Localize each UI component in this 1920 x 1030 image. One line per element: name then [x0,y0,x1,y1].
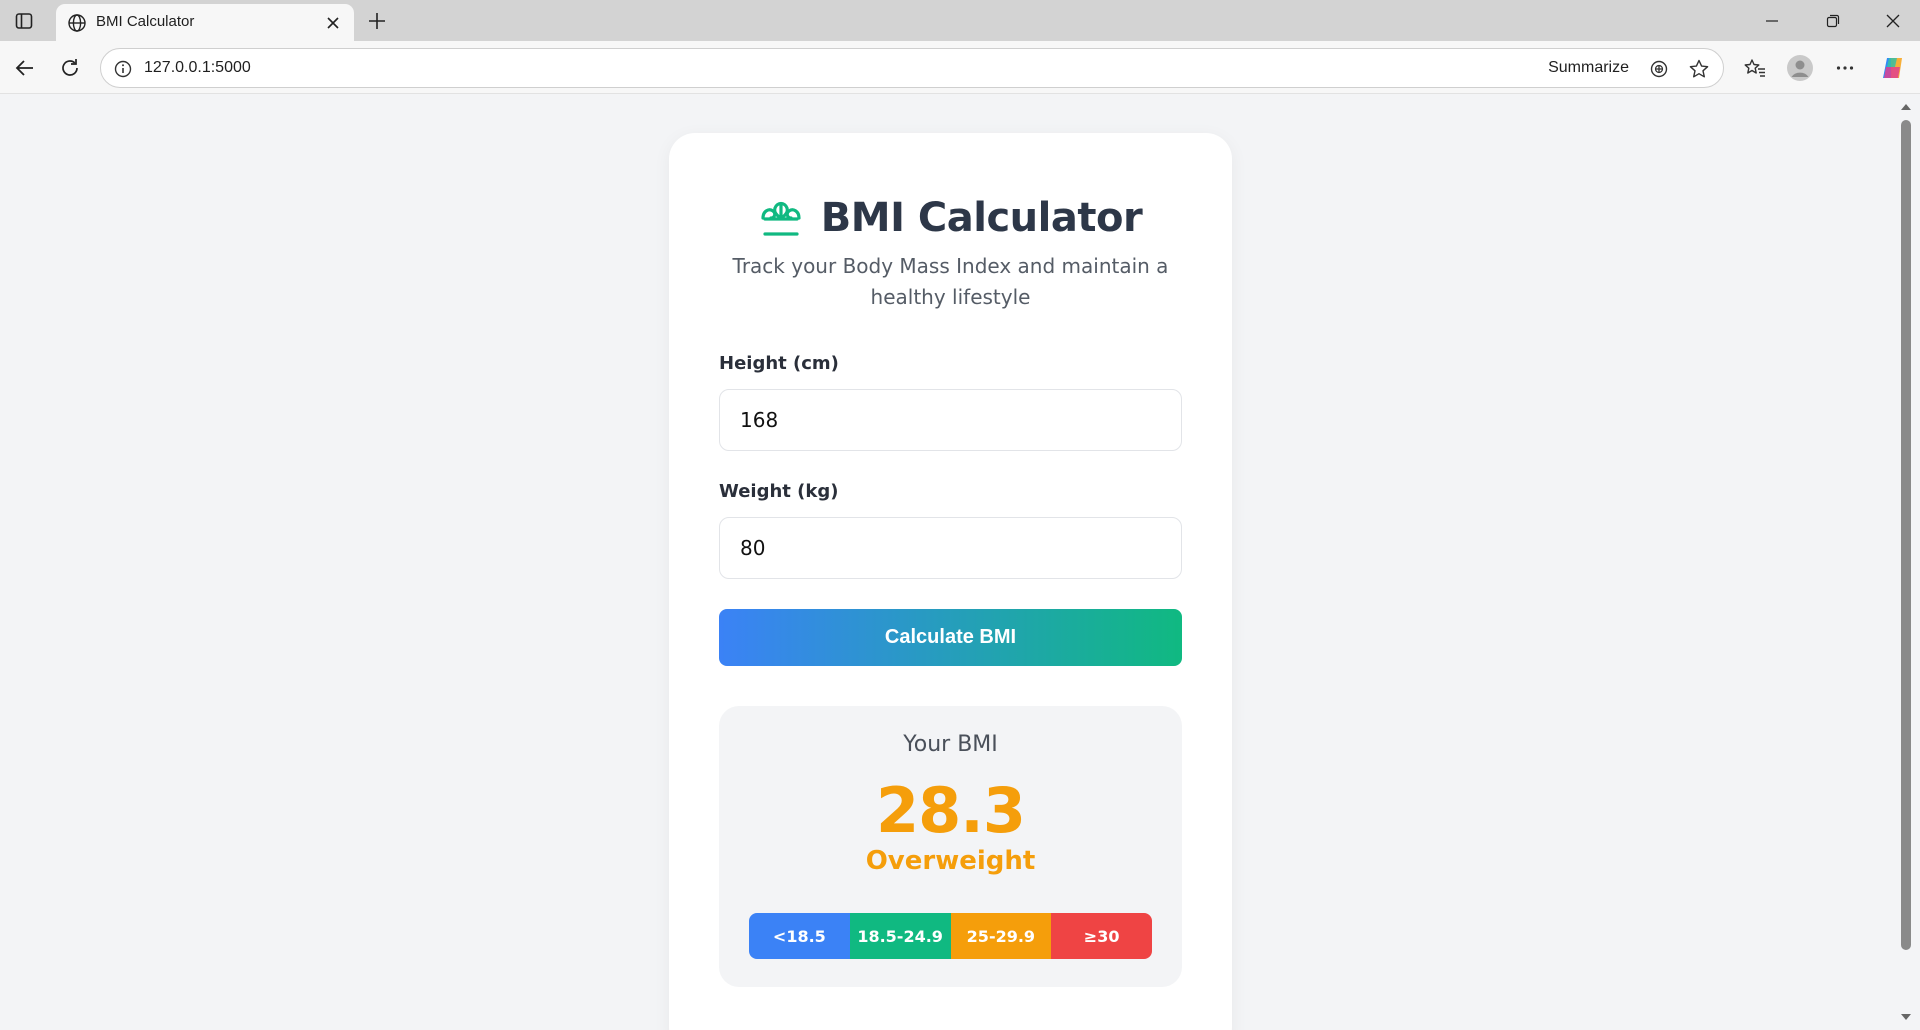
favorites-icon[interactable] [1740,53,1770,83]
scroll-up-icon[interactable] [1900,102,1912,112]
bmi-value: 28.3 [876,774,1026,847]
bmi-card: BMI Calculator Track your Body Mass Inde… [669,133,1232,1030]
browser-toolbar: 127.0.0.1:5000 Summarize [0,41,1920,94]
tab-title: BMI Calculator [96,13,195,30]
balance-scale-icon [759,196,803,240]
header: BMI Calculator [669,188,1232,248]
bmi-category: Overweight [865,846,1036,876]
scale-underweight: <18.5 [749,913,850,959]
scale-normal: 18.5-24.9 [849,913,951,959]
weight-input[interactable]: 80 [719,517,1182,579]
globe-icon [66,12,88,34]
star-icon[interactable] [1687,57,1711,81]
close-window-icon[interactable] [1871,6,1915,36]
scale-obese: ≥30 [1051,913,1152,959]
result-heading: Your BMI [903,732,998,757]
scrollbar-thumb[interactable] [1901,120,1911,950]
plus-icon[interactable] [364,8,390,34]
minimize-icon[interactable] [1750,6,1794,36]
weight-label: Weight (kg) [719,481,839,502]
scale-overweight: 25-29.9 [950,913,1052,959]
height-label: Height (cm) [719,353,839,374]
close-icon[interactable] [322,12,344,34]
height-input[interactable]: 168 [719,389,1182,451]
tab-strip: BMI Calculator [0,0,1920,41]
page-title: BMI Calculator [820,195,1143,241]
restore-icon[interactable] [1811,6,1855,36]
copilot-icon[interactable] [1878,53,1908,83]
url-text[interactable]: 127.0.0.1:5000 [144,59,251,77]
more-icon[interactable] [1830,53,1860,83]
calculate-button[interactable]: Calculate BMI [719,609,1182,666]
summarize-button[interactable]: Summarize [1548,59,1629,77]
reload-icon[interactable] [55,53,85,83]
back-arrow-icon[interactable] [10,53,40,83]
browser-tab[interactable]: BMI Calculator [56,4,354,41]
info-icon[interactable] [113,59,133,79]
subtitle: Track your Body Mass Index and maintain … [732,254,1169,309]
avatar-icon[interactable] [1785,53,1815,83]
tab-actions-icon[interactable] [12,9,36,33]
address-bar[interactable]: 127.0.0.1:5000 Summarize [100,48,1724,88]
read-aloud-icon[interactable] [1647,57,1671,81]
bmi-scale: <18.5 18.5-24.9 25-29.9 ≥30 [749,913,1152,959]
result-panel: Your BMI 28.3 Overweight <18.5 18.5-24.9… [719,706,1182,987]
scroll-down-icon[interactable] [1900,1012,1912,1022]
